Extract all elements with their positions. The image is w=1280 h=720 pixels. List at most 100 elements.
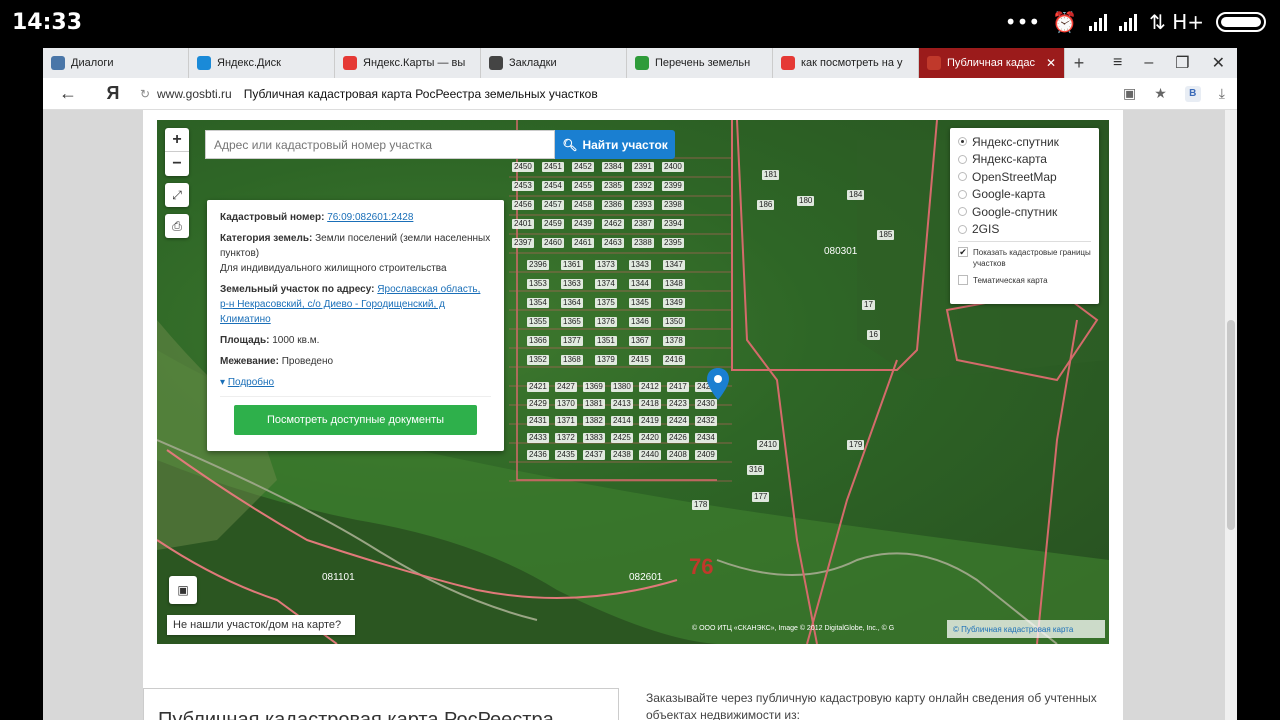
layer-option[interactable]: Google-спутник	[958, 203, 1091, 221]
radio-icon[interactable]	[958, 189, 967, 199]
parcel-label[interactable]: 2388	[632, 238, 654, 248]
parcel-label[interactable]: 1366	[527, 336, 549, 346]
parcel-label[interactable]: 2412	[639, 382, 661, 392]
radio-icon[interactable]	[958, 207, 967, 217]
bookmark-star-icon[interactable]: ★	[1154, 85, 1167, 102]
parcel-label[interactable]: 2420	[639, 433, 661, 443]
parcel-label[interactable]: 1348	[663, 279, 685, 289]
parcel-label[interactable]: 2386	[602, 200, 624, 210]
parcel-label[interactable]: 1372	[555, 433, 577, 443]
parcel-label[interactable]: 2456	[512, 200, 534, 210]
parcel-label[interactable]: 2385	[602, 181, 624, 191]
parcel-label[interactable]: 185	[877, 230, 895, 240]
not-found-link[interactable]: Не нашли участок/дом на карте?	[167, 615, 355, 635]
parcel-label[interactable]: 1373	[595, 260, 617, 270]
parcel-label[interactable]: 1361	[561, 260, 583, 270]
print-icon[interactable]: ⎙	[165, 214, 189, 238]
parcel-label[interactable]: 2454	[542, 181, 564, 191]
layer-option[interactable]: Google-карта	[958, 186, 1091, 204]
parcel-label[interactable]: 2413	[611, 399, 633, 409]
parcel-label[interactable]: 2438	[611, 450, 633, 460]
zoom-out-button[interactable]: −	[165, 152, 189, 176]
parcel-label[interactable]: 2384	[602, 162, 624, 172]
parcel-label[interactable]: 2437	[583, 450, 605, 460]
parcel-label[interactable]: 2416	[663, 355, 685, 365]
parcel-label[interactable]: 1350	[663, 317, 685, 327]
parcel-label[interactable]: 2393	[632, 200, 654, 210]
parcel-label[interactable]: 2399	[662, 181, 684, 191]
parcel-label[interactable]: 2409	[695, 450, 717, 460]
url-domain[interactable]: www.gosbti.ru	[157, 87, 232, 101]
radio-icon[interactable]	[958, 137, 967, 147]
parcel-marker-icon[interactable]	[707, 368, 729, 405]
parcel-label[interactable]: 181	[762, 170, 780, 180]
parcel-label[interactable]: 1371	[555, 416, 577, 426]
parcel-label[interactable]: 1355	[527, 317, 549, 327]
parcel-label[interactable]: 2426	[667, 433, 689, 443]
parcel-label[interactable]: 1352	[527, 355, 549, 365]
parcel-label[interactable]: 1353	[527, 279, 549, 289]
parcel-label[interactable]: 1351	[595, 336, 617, 346]
layer-option[interactable]: 2GIS	[958, 221, 1091, 239]
parcel-label[interactable]: 1375	[595, 298, 617, 308]
parcel-label[interactable]: 2462	[602, 219, 624, 229]
scrollbar[interactable]	[1225, 110, 1237, 720]
parcel-label[interactable]: 2397	[512, 238, 534, 248]
parcel-label[interactable]: 2423	[667, 399, 689, 409]
parcel-label[interactable]: 2419	[639, 416, 661, 426]
back-icon[interactable]: ←	[43, 83, 93, 104]
parcel-label[interactable]: 2400	[662, 162, 684, 172]
parcel-label[interactable]: 1346	[629, 317, 651, 327]
parcel-label[interactable]: 2391	[632, 162, 654, 172]
fullscreen-icon[interactable]: ⤢	[165, 183, 189, 207]
parcel-label[interactable]: 180	[797, 196, 815, 206]
parcel-label[interactable]: 2387	[632, 219, 654, 229]
parcel-label[interactable]: 2425	[611, 433, 633, 443]
parcel-label[interactable]: 2450	[512, 162, 534, 172]
parcel-label[interactable]: 1364	[561, 298, 583, 308]
new-tab-button[interactable]: +	[1065, 48, 1093, 78]
parcel-label[interactable]: 2431	[527, 416, 549, 426]
parcel-label[interactable]: 2434	[695, 433, 717, 443]
find-parcel-button[interactable]: 🔍︎ Найти участок	[555, 130, 675, 159]
minimize-icon[interactable]: –	[1144, 54, 1153, 72]
parcel-label[interactable]: 1376	[595, 317, 617, 327]
yandex-icon[interactable]: Я	[93, 83, 133, 104]
parcel-label[interactable]: 2421	[527, 382, 549, 392]
radio-icon[interactable]	[958, 154, 967, 164]
cad-number-link[interactable]: 76:09:082601:2428	[327, 212, 413, 223]
parcel-label[interactable]: 1369	[583, 382, 605, 392]
parcel-label[interactable]: 2439	[572, 219, 594, 229]
parcel-label[interactable]: 1347	[663, 260, 685, 270]
zoom-in-button[interactable]: +	[165, 128, 189, 152]
parcel-label[interactable]: 2427	[555, 382, 577, 392]
radio-icon[interactable]	[958, 172, 967, 182]
parcel-label[interactable]: 178	[692, 500, 710, 510]
parcel-label[interactable]: 1378	[663, 336, 685, 346]
download-icon[interactable]: ⤓	[1219, 85, 1225, 102]
view-documents-button[interactable]: Посмотреть доступные документы	[234, 405, 477, 435]
parcel-label[interactable]: 2418	[639, 399, 661, 409]
parcel-label[interactable]: 1380	[611, 382, 633, 392]
parcel-label[interactable]: 2415	[629, 355, 651, 365]
parcel-label[interactable]: 2401	[512, 219, 534, 229]
reload-icon[interactable]: ↻	[133, 87, 157, 101]
parcel-label[interactable]: 2435	[555, 450, 577, 460]
tab-6[interactable]: как посмотреть на у	[773, 48, 919, 78]
parcel-label[interactable]: 186	[757, 200, 775, 210]
parcel-label[interactable]: 1382	[583, 416, 605, 426]
borders-checkbox[interactable]: ✔ Показать кадастровые границы участков	[958, 247, 1091, 269]
parcel-label[interactable]: 2452	[572, 162, 594, 172]
parcel-label[interactable]: 184	[847, 190, 865, 200]
select-area-icon[interactable]: ▣	[169, 576, 197, 604]
parcel-label[interactable]: 2392	[632, 181, 654, 191]
parcel-label[interactable]: 2414	[611, 416, 633, 426]
parcel-label[interactable]: 17	[862, 300, 875, 310]
parcel-label[interactable]: 1343	[629, 260, 651, 270]
parcel-label[interactable]: 2460	[542, 238, 564, 248]
page-title[interactable]: Публичная кадастровая карта РосРеестра з…	[244, 87, 598, 101]
tab-1[interactable]: Диалоги	[43, 48, 189, 78]
cadastral-map[interactable]: 2450 2451 2452 2384 2391 2400 2453 2454 2455 2385…	[157, 120, 1109, 644]
parcel-label[interactable]: 2459	[542, 219, 564, 229]
parcel-label[interactable]: 2424	[667, 416, 689, 426]
